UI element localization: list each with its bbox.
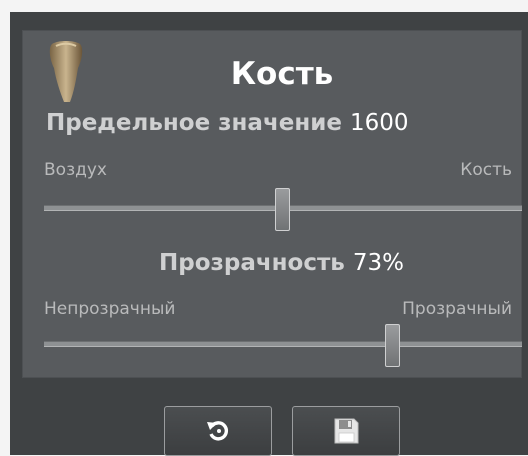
- reset-button[interactable]: [164, 406, 272, 456]
- opacity-heading: Прозрачность 73%: [159, 249, 404, 277]
- opacity-slider-track[interactable]: [44, 341, 522, 347]
- threshold-max-label: Кость: [460, 160, 512, 180]
- reset-icon: [207, 421, 228, 441]
- opacity-slider[interactable]: [44, 324, 522, 367]
- threshold-min-label: Воздух: [44, 160, 107, 180]
- save-icon: [334, 418, 359, 444]
- threshold-slider[interactable]: [44, 188, 522, 231]
- threshold-slider-thumb[interactable]: [275, 188, 290, 231]
- threshold-heading: Предельное значение 1600: [46, 109, 409, 137]
- opacity-min-label: Непрозрачный: [44, 299, 176, 319]
- opacity-value: 73%: [352, 250, 404, 276]
- opacity-label: Прозрачность: [159, 250, 345, 276]
- opacity-slider-thumb[interactable]: [384, 324, 400, 367]
- opacity-max-label: Прозрачный: [402, 299, 512, 319]
- panel-title: Кость: [230, 56, 334, 92]
- threshold-value: 1600: [349, 110, 409, 136]
- save-button[interactable]: [292, 406, 400, 456]
- threshold-label: Предельное значение: [46, 110, 342, 136]
- bone-settings-window: Кость Предельное значение 1600 Воздух Кос…: [10, 12, 528, 456]
